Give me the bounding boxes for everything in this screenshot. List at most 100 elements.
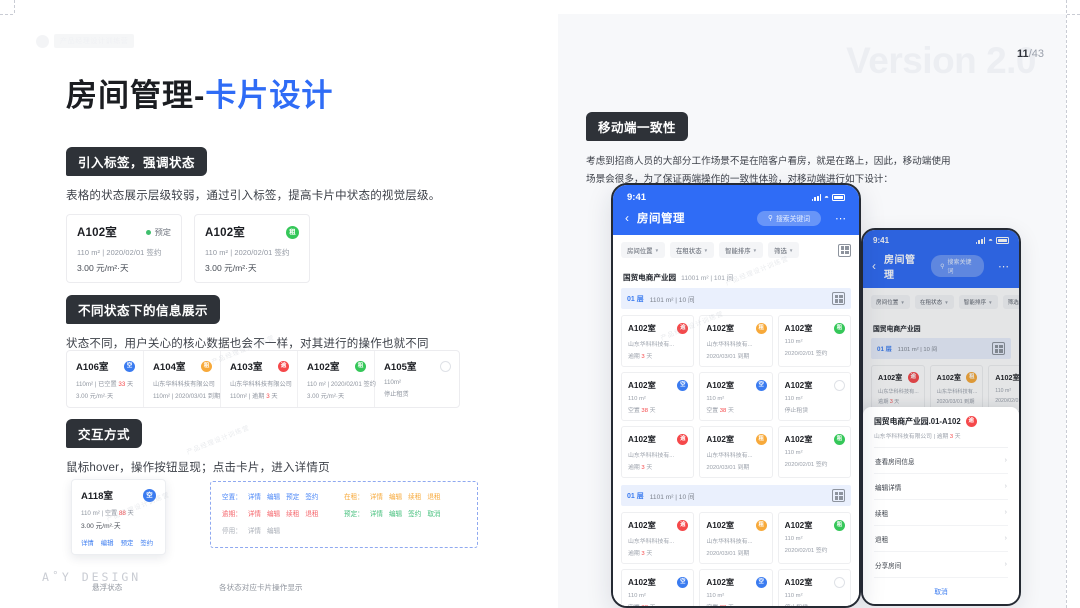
- action-sheet-subtitle: 山东华科科技有限公司 | 逾期 3 天: [874, 431, 1008, 448]
- room-meta: 110 m² | 2020/02/01 签约: [307, 381, 376, 388]
- action-reserve[interactable]: 预定: [121, 538, 134, 547]
- op-item[interactable]: 详情: [370, 508, 383, 518]
- filter-chip-status[interactable]: 在租状态 ▼: [670, 242, 715, 258]
- status-badge: 逾: [677, 519, 689, 531]
- sheet-item-checkout[interactable]: 退租 ›: [874, 526, 1008, 552]
- room-card[interactable]: A102室 110 m² 停止租赁: [777, 372, 851, 421]
- op-item[interactable]: 详情: [248, 508, 261, 518]
- room-meta: 2020/02/01 签约: [784, 462, 828, 468]
- compare-card-dot[interactable]: A102室 预定 110 m² | 2020/02/01 签约 3.00 元/m…: [66, 214, 182, 283]
- op-item[interactable]: 预定: [286, 491, 299, 501]
- op-item[interactable]: 续租: [408, 491, 421, 501]
- room-card[interactable]: A102室 租山东华科科技有... 2020/03/01 到期: [699, 315, 773, 367]
- compare-card-badge[interactable]: A102室 租 110 m² | 2020/02/01 签约 3.00 元/m²…: [194, 214, 310, 283]
- section-3-desc: 鼠标hover，操作按钮显现；点击卡片，进入详情页: [66, 462, 330, 474]
- phone-card-grid-2: A102室 逾山东华科科技有... 逾期 3 天 A102室 租山东华科科技有... 2…: [621, 512, 851, 606]
- status-badge: 租: [755, 322, 767, 334]
- op-item[interactable]: 取消: [427, 508, 440, 518]
- filter-chip-location[interactable]: 房间位置 ▼: [621, 242, 666, 258]
- status-card-row: A106室 空 110m² | 已空置 33 天 3.00 元/m²·天 A10…: [66, 350, 460, 408]
- room-name: A102室: [628, 435, 656, 444]
- phone-statusbar: 9:41 ◓: [613, 185, 859, 205]
- room-card[interactable]: A102室 租 110 m² 2020/02/01 签约: [777, 315, 851, 367]
- room-card[interactable]: A102室 租 110 m² 2020/02/01 签约: [777, 426, 851, 478]
- building-meta: 11001 m² | 101 间: [681, 275, 734, 282]
- op-item[interactable]: 签约: [305, 491, 318, 501]
- grid-view-icon[interactable]: [832, 292, 845, 305]
- op-item[interactable]: 退租: [427, 491, 440, 501]
- op-label: 停用：: [222, 528, 242, 535]
- status-badge: 租: [201, 360, 212, 372]
- chevron-right-icon: ›: [1004, 535, 1007, 542]
- op-item[interactable]: 详情: [370, 491, 383, 501]
- grid-view-icon[interactable]: [838, 243, 851, 257]
- op-item[interactable]: 编辑: [389, 508, 402, 518]
- room-name: A102室: [706, 521, 735, 530]
- room-card[interactable]: A102室 逾山东华科科技有... 逾期 3 天: [621, 315, 695, 367]
- sheet-item-edit-detail[interactable]: 编辑详情 ›: [874, 474, 1008, 500]
- op-label: 空置：: [222, 494, 242, 501]
- status-dot-icon: [145, 229, 151, 235]
- room-meta: 逾期 3 天: [628, 465, 653, 471]
- op-item[interactable]: 编辑: [389, 491, 402, 501]
- room-meta2: 110m² | 逾期 3 天: [230, 393, 278, 400]
- op-item[interactable]: 编辑: [267, 525, 280, 535]
- action-edit[interactable]: 编辑: [101, 538, 114, 547]
- status-cell-a105[interactable]: A105室 110m² 停止租赁: [375, 351, 459, 407]
- status-cell-a103[interactable]: A103室 逾 山东华科科技有限公司 110m² | 逾期 3 天: [221, 351, 298, 407]
- search-box[interactable]: ⚲ 搜索关键词: [757, 210, 821, 226]
- back-arrow-icon[interactable]: ‹: [625, 211, 629, 225]
- room-card[interactable]: A102室 空 110 m² 空置 38 天: [621, 372, 695, 421]
- sheet-item-share[interactable]: 分享房间 ›: [874, 552, 1008, 578]
- filter-chip-filter[interactable]: 筛选▼: [768, 242, 800, 258]
- room-meta: 空置 38 天: [706, 408, 734, 414]
- op-item[interactable]: 编辑: [267, 508, 280, 518]
- op-item[interactable]: 详情: [248, 491, 261, 501]
- page-number-current: 11: [1017, 48, 1029, 60]
- phone-body: 国贸电商产业园 11001 m² | 101 间 01 层 1101 m² | …: [613, 265, 859, 606]
- more-options-icon[interactable]: ⋯: [835, 212, 847, 225]
- op-item[interactable]: 签约: [408, 508, 421, 518]
- room-card[interactable]: A102室 逾山东华科科技有... 逾期 3 天: [621, 512, 695, 564]
- room-card[interactable]: A102室 租 110 m² 2020/02/01 签约: [777, 512, 851, 564]
- room-card[interactable]: A102室 空 110 m² 空置 38 天: [699, 569, 773, 606]
- signal-icon: [811, 194, 822, 201]
- floor-row[interactable]: 01 层 1101 m² | 10 间: [621, 288, 851, 309]
- filter-chip-sort[interactable]: 智能排序 ▼: [719, 242, 764, 258]
- room-card[interactable]: A102室 逾山东华科科技有... 逾期 3 天: [621, 426, 695, 478]
- status-cell-a104[interactable]: A104室 租 山东华科科技有限公司 110m² | 2020/03/01 到期: [144, 351, 221, 407]
- hover-state-card[interactable]: A118室 空 110 m² | 空置 88 天 3.00 元/m²·天 详情 …: [71, 479, 166, 555]
- op-item[interactable]: 详情: [248, 525, 261, 535]
- grid-view-icon[interactable]: [832, 489, 845, 502]
- sheet-item-renew[interactable]: 续租 ›: [874, 500, 1008, 526]
- room-tenant: 110 m²: [706, 396, 725, 402]
- op-item[interactable]: 退租: [305, 508, 318, 518]
- room-card[interactable]: A102室 租山东华科科技有... 2020/03/01 到期: [699, 512, 773, 564]
- status-badge: 空: [124, 360, 135, 372]
- chevron-right-icon: ›: [1004, 457, 1007, 464]
- op-item[interactable]: 续租: [286, 508, 299, 518]
- room-card[interactable]: A102室 空 110 m² 空置 38 天: [699, 372, 773, 421]
- page-title: 房间管理-卡片设计: [66, 70, 333, 115]
- room-tenant: 110 m²: [784, 396, 803, 402]
- watermark-dot-icon: [36, 34, 49, 48]
- page-title-main: 房间管理-: [66, 78, 206, 113]
- chevron-down-icon: ▼: [788, 247, 794, 253]
- status-cell-a106[interactable]: A106室 空 110m² | 已空置 33 天 3.00 元/m²·天: [67, 351, 144, 407]
- sheet-item-view-room[interactable]: 查看房间信息 ›: [874, 448, 1008, 474]
- op-item[interactable]: 编辑: [267, 491, 280, 501]
- room-name: A102室: [628, 324, 656, 333]
- room-card[interactable]: A102室 110 m² 停止租赁: [777, 569, 851, 606]
- sheet-cancel-button[interactable]: 取消: [874, 578, 1008, 596]
- action-detail[interactable]: 详情: [81, 538, 94, 547]
- chevron-down-icon: ▼: [703, 247, 709, 253]
- corner-watermark-logo: 产品经理设计训练营: [36, 34, 135, 48]
- status-cell-a102[interactable]: A102室 租 110 m² | 2020/02/01 签约 3.00 元/m²…: [298, 351, 376, 407]
- room-card[interactable]: A102室 租山东华科科技有... 2020/03/01 到期: [699, 426, 773, 478]
- action-sign[interactable]: 签约: [140, 538, 153, 547]
- room-card[interactable]: A102室 空 110 m² 空置 38 天: [621, 569, 695, 606]
- room-meta: 2020/02/01 签约: [784, 351, 828, 357]
- floor-row-2[interactable]: 01 层 1101 m² | 10 间: [621, 485, 851, 506]
- status-badge: 租: [286, 225, 299, 239]
- room-name: A102室: [784, 578, 813, 587]
